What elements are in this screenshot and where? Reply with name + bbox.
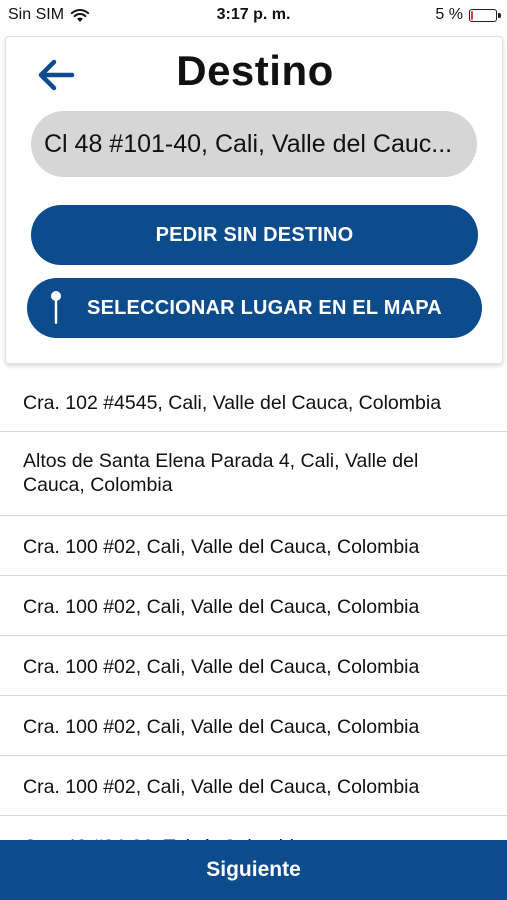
battery-level-fill [471,10,473,20]
status-time: 3:17 p. m. [216,6,291,23]
list-item[interactable]: Cra. 102 #4545, Cali, Valle del Cauca, C… [0,372,507,432]
select-place-on-map-label: SELECCIONAR LUGAR EN EL MAPA [87,296,442,319]
list-item[interactable]: Cra. 100 #02, Cali, Valle del Cauca, Col… [0,576,507,636]
list-item[interactable]: Cra. 100 #02, Cali, Valle del Cauca, Col… [0,516,507,576]
results-list: Cra. 102 #4545, Cali, Valle del Cauca, C… [0,372,507,876]
battery-icon [469,8,501,22]
battery-percent: 5 % [435,6,463,23]
status-right: 5 % [435,6,501,24]
list-item[interactable]: Cra. 100 #02, Cali, Valle del Cauca, Col… [0,636,507,696]
list-item[interactable]: Altos de Santa Elena Parada 4, Cali, Val… [0,432,507,516]
select-place-on-map-button[interactable]: SELECCIONAR LUGAR EN EL MAPA [27,278,482,338]
list-item[interactable]: Cra. 100 #02, Cali, Valle del Cauca, Col… [0,756,507,816]
destination-input[interactable]: Cl 48 #101-40, Cali, Valle del Cauc... [31,111,477,177]
next-button-label: Siguiente [206,858,301,881]
next-button[interactable]: Siguiente [0,840,507,900]
request-without-destination-button[interactable]: PEDIR SIN DESTINO [31,205,478,265]
status-bar: Sin SIM 3:17 p. m. 5 % [0,0,507,30]
pin-icon [51,291,61,324]
request-without-destination-label: PEDIR SIN DESTINO [155,223,354,246]
destination-card: Destino Cl 48 #101-40, Cali, Valle del C… [5,36,503,364]
list-item[interactable]: Cra. 100 #02, Cali, Valle del Cauca, Col… [0,696,507,756]
page-title: Destino [176,47,334,94]
